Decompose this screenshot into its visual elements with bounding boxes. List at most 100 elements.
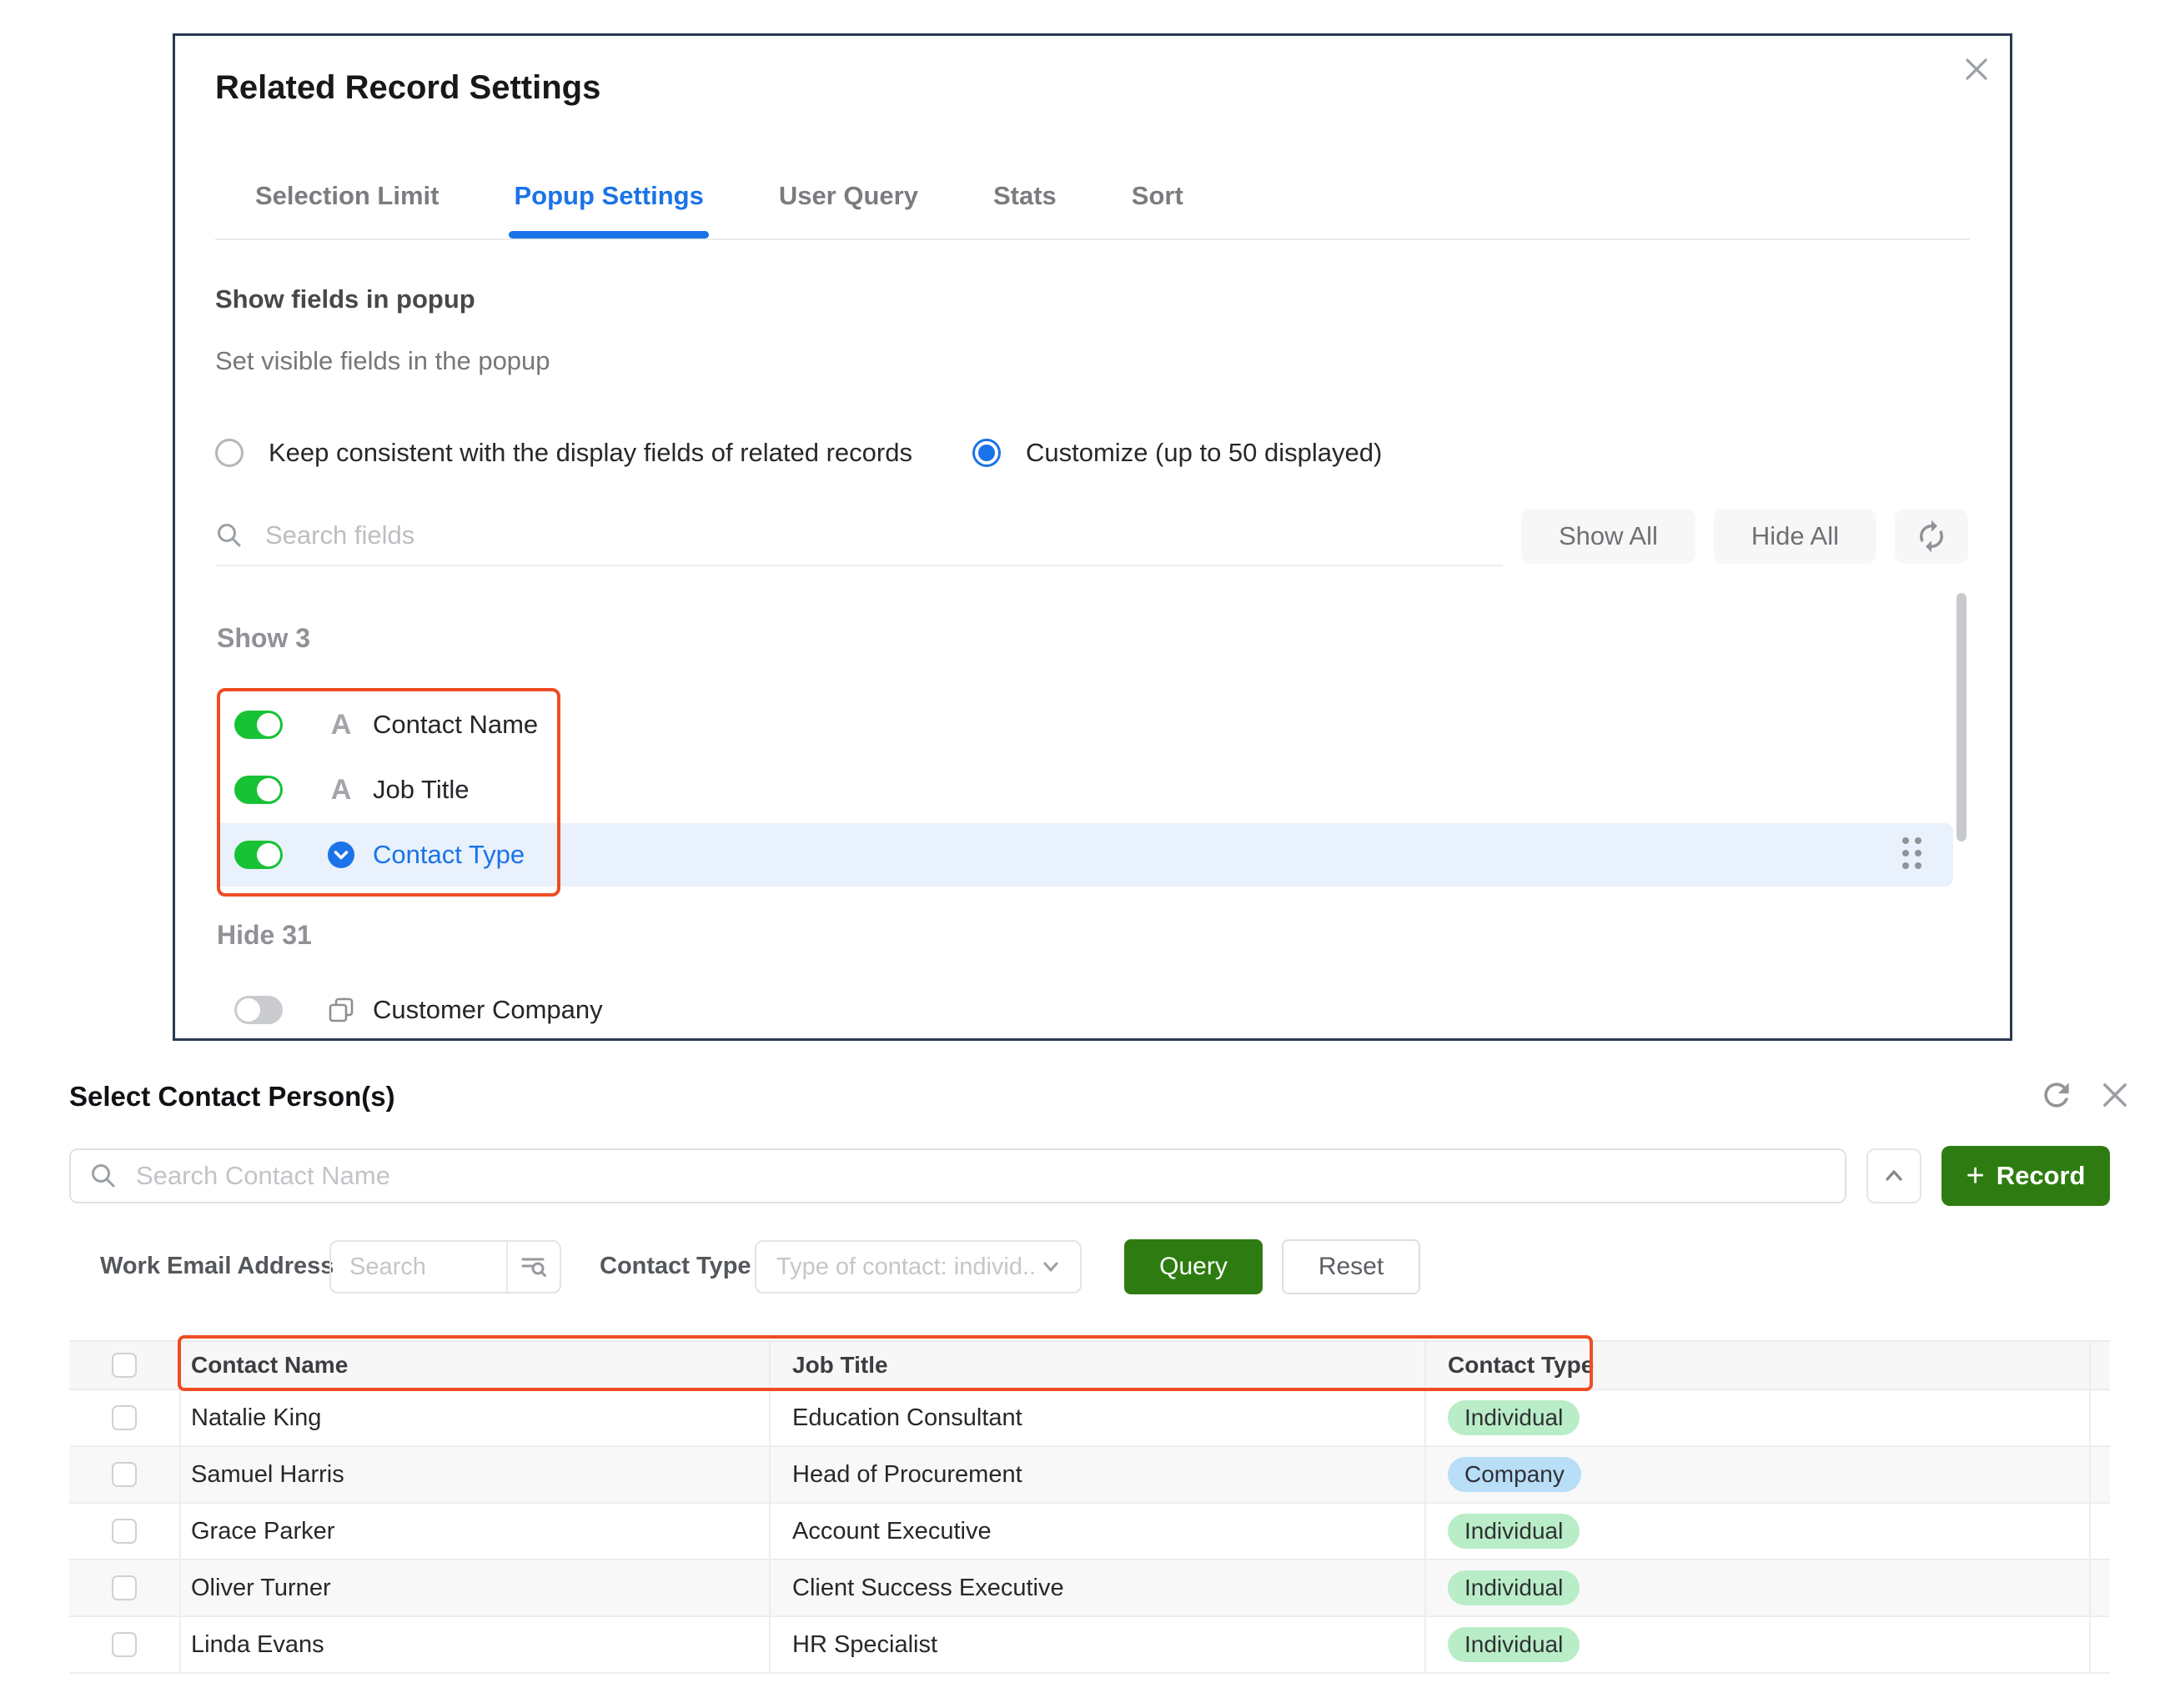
cell-contact-name: Linda Evans xyxy=(179,1617,769,1672)
toggle-customer-company[interactable] xyxy=(234,996,283,1024)
row-checkbox[interactable] xyxy=(112,1462,137,1487)
table-header-row: Contact Name Job Title Contact Type xyxy=(69,1340,2110,1390)
column-header-job-title[interactable]: Job Title xyxy=(769,1342,1424,1389)
contacts-table: Contact Name Job Title Contact Type Nata… xyxy=(69,1340,2110,1674)
table-row[interactable]: Grace Parker Account Executive Individua… xyxy=(69,1504,2110,1560)
work-email-filter-input-wrap xyxy=(329,1240,561,1294)
show-all-button[interactable]: Show All xyxy=(1521,509,1695,564)
cell-contact-name: Grace Parker xyxy=(179,1504,769,1559)
plus-icon: + xyxy=(1966,1160,1984,1192)
show-group-label: Show 3 xyxy=(217,623,310,654)
work-email-filter-input[interactable] xyxy=(331,1253,493,1282)
contact-type-filter-label: Contact Type xyxy=(600,1253,751,1280)
tab-stats[interactable]: Stats xyxy=(993,153,1057,239)
lookup-field-icon xyxy=(323,996,359,1024)
record-button-label: Record xyxy=(1997,1161,2086,1191)
picker-close-button[interactable] xyxy=(2097,1077,2133,1113)
radio-label: Customize (up to 50 displayed) xyxy=(1026,438,1382,468)
collapse-button[interactable] xyxy=(1866,1148,1921,1203)
field-label: Customer Company xyxy=(373,995,603,1025)
cell-job-title: HR Specialist xyxy=(769,1617,1424,1672)
cell-contact-name: Natalie King xyxy=(179,1390,769,1445)
row-checkbox[interactable] xyxy=(112,1632,137,1657)
toggle-contact-name[interactable] xyxy=(234,711,283,739)
contact-type-badge: Individual xyxy=(1448,1627,1580,1662)
field-label: Contact Type xyxy=(373,840,525,870)
drag-handle-icon[interactable] xyxy=(1902,837,1921,869)
contact-search-bar xyxy=(69,1148,1846,1203)
query-button[interactable]: Query xyxy=(1124,1239,1263,1294)
sync-icon xyxy=(1914,519,1949,554)
reset-fields-button[interactable] xyxy=(1895,509,1968,564)
table-row[interactable]: Linda Evans HR Specialist Individual xyxy=(69,1617,2110,1674)
search-icon xyxy=(215,521,244,550)
radio-icon xyxy=(972,439,1001,467)
cell-job-title: Client Success Executive xyxy=(769,1560,1424,1615)
tab-label: Stats xyxy=(993,181,1057,211)
column-header-contact-name[interactable]: Contact Name xyxy=(179,1342,769,1389)
tab-label: Popup Settings xyxy=(514,181,703,211)
contact-type-badge: Individual xyxy=(1448,1570,1580,1605)
row-checkbox[interactable] xyxy=(112,1519,137,1544)
related-record-settings-modal: Related Record Settings Selection Limit … xyxy=(173,33,2012,1041)
hide-all-button[interactable]: Hide All xyxy=(1714,509,1876,564)
add-record-button[interactable]: + Record xyxy=(1941,1146,2110,1206)
chevron-down-icon xyxy=(1038,1254,1063,1279)
section-title: Show fields in popup xyxy=(215,284,475,314)
table-row[interactable]: Oliver Turner Client Success Executive I… xyxy=(69,1560,2110,1617)
radio-customize[interactable]: Customize (up to 50 displayed) xyxy=(972,438,1382,468)
cell-contact-name: Oliver Turner xyxy=(179,1560,769,1615)
dropdown-placeholder: Type of contact: individ... xyxy=(776,1253,1038,1281)
picker-refresh-button[interactable] xyxy=(2038,1077,2075,1113)
contact-type-dropdown[interactable]: Type of contact: individ... xyxy=(755,1240,1082,1294)
contact-type-badge: Individual xyxy=(1448,1514,1580,1549)
tab-sort[interactable]: Sort xyxy=(1132,153,1183,239)
close-icon xyxy=(1960,53,1993,86)
contact-type-badge: Company xyxy=(1448,1457,1581,1492)
tab-selection-limit[interactable]: Selection Limit xyxy=(255,153,439,239)
work-email-filter-label: Work Email Address xyxy=(100,1253,334,1280)
tab-label: Sort xyxy=(1132,181,1183,211)
picker-title: Select Contact Person(s) xyxy=(69,1081,395,1113)
toggle-job-title[interactable] xyxy=(234,776,283,804)
field-row-customer-company: Customer Company xyxy=(234,978,603,1041)
text-field-icon xyxy=(323,776,359,804)
contact-type-badge: Individual xyxy=(1448,1400,1580,1435)
tab-user-query[interactable]: User Query xyxy=(779,153,918,239)
row-checkbox[interactable] xyxy=(112,1575,137,1600)
field-search-input[interactable] xyxy=(264,520,1503,551)
tab-popup-settings[interactable]: Popup Settings xyxy=(514,153,703,239)
scrollbar-thumb[interactable] xyxy=(1956,593,1967,841)
field-row-contact-type: Contact Type xyxy=(234,823,525,887)
radio-icon xyxy=(215,439,244,467)
toggle-contact-type[interactable] xyxy=(234,841,283,869)
column-header-contact-type[interactable]: Contact Type xyxy=(1424,1342,2089,1389)
cell-contact-name: Samuel Harris xyxy=(179,1447,769,1502)
search-icon xyxy=(89,1162,118,1190)
text-field-icon xyxy=(323,711,359,739)
radio-label: Keep consistent with the display fields … xyxy=(269,438,912,468)
column-header-stub xyxy=(2089,1342,2110,1389)
advanced-search-button[interactable] xyxy=(506,1242,560,1292)
reset-button[interactable]: Reset xyxy=(1282,1239,1420,1294)
field-search-row: Show All Hide All xyxy=(215,507,1968,565)
cell-job-title: Account Executive xyxy=(769,1504,1424,1559)
advanced-search-icon xyxy=(519,1252,549,1282)
radio-keep-consistent[interactable]: Keep consistent with the display fields … xyxy=(215,438,912,468)
table-row[interactable]: Natalie King Education Consultant Indivi… xyxy=(69,1390,2110,1447)
modal-tabs: Selection Limit Popup Settings User Quer… xyxy=(215,153,1970,240)
contact-search-input[interactable] xyxy=(134,1160,1826,1192)
select-all-checkbox[interactable] xyxy=(112,1353,137,1378)
chevron-up-icon xyxy=(1879,1161,1909,1191)
tab-label: Selection Limit xyxy=(255,181,439,211)
hide-group-label: Hide 31 xyxy=(217,920,312,951)
row-checkbox[interactable] xyxy=(112,1405,137,1430)
field-row-contact-name: Contact Name xyxy=(234,693,538,756)
close-icon xyxy=(2097,1077,2133,1113)
select-field-icon xyxy=(323,841,359,869)
modal-close-button[interactable] xyxy=(1960,53,1993,86)
cell-job-title: Head of Procurement xyxy=(769,1447,1424,1502)
modal-title: Related Record Settings xyxy=(215,69,600,107)
table-row[interactable]: Samuel Harris Head of Procurement Compan… xyxy=(69,1447,2110,1504)
field-label: Contact Name xyxy=(373,710,538,740)
